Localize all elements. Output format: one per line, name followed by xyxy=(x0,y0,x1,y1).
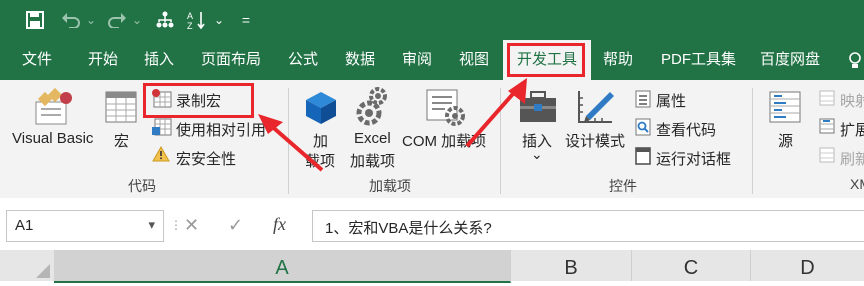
column-header-a[interactable]: A xyxy=(54,250,511,283)
annotation-arrow-to-record-macro xyxy=(258,114,324,172)
column-header-d[interactable]: D xyxy=(751,250,864,281)
column-header-b[interactable]: B xyxy=(511,250,632,281)
annotation-arrow-to-developer-tab xyxy=(465,78,527,148)
select-all-corner[interactable] xyxy=(0,250,55,281)
formula-bar-area: A1 ▾ ⋮ ✕ ✓ fx 1、宏和VBA是什么关系? xyxy=(0,198,864,250)
cancel-icon[interactable]: ✕ xyxy=(184,215,199,236)
name-box-value: A1 xyxy=(15,217,34,234)
formula-input[interactable]: 1、宏和VBA是什么关系? xyxy=(312,210,864,242)
formula-bar-grip-icon: ⋮ xyxy=(170,218,182,232)
insert-function-icon[interactable]: fx xyxy=(273,214,286,235)
name-box[interactable]: A1 ▾ xyxy=(6,210,164,242)
name-box-dropdown-icon[interactable]: ▾ xyxy=(148,217,155,233)
column-header-bar: A B C D xyxy=(0,250,864,283)
enter-icon[interactable]: ✓ xyxy=(228,215,243,236)
column-header-c[interactable]: C xyxy=(632,250,751,281)
formula-text: 1、宏和VBA是什么关系? xyxy=(325,220,492,237)
